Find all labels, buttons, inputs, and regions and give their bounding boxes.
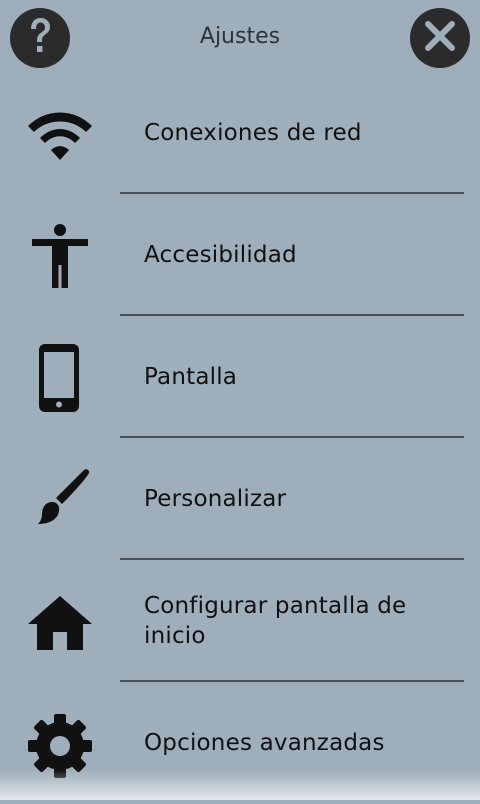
header: Ajustes <box>0 0 480 76</box>
phone-icon <box>24 342 96 414</box>
settings-menu: Conexiones de red Accesibilidad Pantalla <box>0 72 480 804</box>
menu-item-label: Accesibilidad <box>144 242 297 268</box>
menu-item-label: Pantalla <box>144 364 238 390</box>
brush-icon <box>24 464 96 536</box>
menu-item-label: Opciones avanzadas <box>144 730 385 756</box>
menu-item-network[interactable]: Conexiones de red <box>0 72 480 194</box>
menu-item-personalize[interactable]: Personalizar <box>0 438 480 560</box>
page-title: Ajustes <box>199 24 281 49</box>
wifi-icon <box>24 98 96 170</box>
close-button[interactable] <box>410 8 470 68</box>
menu-item-label: Conexiones de red <box>144 120 362 146</box>
menu-item-display[interactable]: Pantalla <box>0 316 480 438</box>
home-icon <box>24 586 96 658</box>
accessibility-icon <box>24 220 96 292</box>
close-icon <box>410 6 470 70</box>
menu-item-label: Personalizar <box>144 486 287 512</box>
menu-item-label: Configurar pantalla de inicio <box>144 593 407 649</box>
bottom-fade <box>0 770 480 800</box>
menu-item-accessibility[interactable]: Accesibilidad <box>0 194 480 316</box>
menu-item-home-screen[interactable]: Configurar pantalla de inicio <box>0 560 480 682</box>
